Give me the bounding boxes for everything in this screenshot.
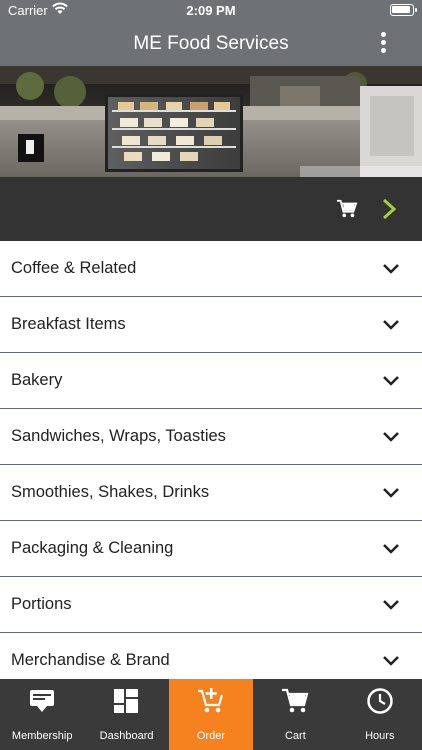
category-item-smoothies[interactable]: Smoothies, Shakes, Drinks — [0, 465, 422, 521]
chevron-down-icon — [383, 264, 399, 274]
tab-label: Dashboard — [99, 730, 154, 742]
membership-icon — [30, 690, 54, 712]
tab-label: Cart — [284, 730, 306, 742]
chevron-down-icon — [383, 600, 399, 610]
clock-icon — [366, 688, 393, 714]
chevron-right-icon[interactable] — [378, 197, 400, 221]
category-item-sandwiches[interactable]: Sandwiches, Wraps, Toasties — [0, 409, 422, 465]
category-label: Coffee & Related — [11, 259, 137, 277]
tab-cart[interactable]: Cart — [253, 679, 337, 750]
add-to-cart-icon — [197, 688, 223, 713]
battery-icon — [390, 4, 417, 16]
tab-membership[interactable]: Membership — [0, 679, 84, 750]
more-options-icon[interactable] — [376, 30, 390, 58]
cart-icon[interactable] — [336, 199, 358, 219]
tab-label: Hours — [365, 730, 395, 742]
nav-bar: ME Food Services — [0, 22, 422, 66]
chevron-down-icon — [383, 656, 399, 666]
category-label: Merchandise & Brand — [11, 651, 170, 669]
category-list: Coffee & Related Breakfast Items Bakery … — [0, 241, 422, 689]
category-label: Breakfast Items — [11, 315, 126, 333]
category-label: Sandwiches, Wraps, Toasties — [11, 427, 226, 445]
chevron-down-icon — [383, 320, 399, 330]
tab-label: Order — [196, 730, 226, 742]
category-item-packaging[interactable]: Packaging & Cleaning — [0, 521, 422, 577]
bottom-tab-bar: Membership Dashboard Order Cart Hours — [0, 679, 422, 750]
category-label: Smoothies, Shakes, Drinks — [11, 483, 210, 501]
tab-order[interactable]: Order — [168, 679, 254, 750]
chevron-down-icon — [383, 544, 399, 554]
status-time: 2:09 PM — [186, 3, 236, 18]
category-label: Portions — [11, 595, 72, 613]
chevron-down-icon — [383, 432, 399, 442]
status-bar: Carrier 2:09 PM — [0, 0, 422, 22]
tab-hours[interactable]: Hours — [338, 679, 422, 750]
category-item-bakery[interactable]: Bakery — [0, 353, 422, 409]
page-title: ME Food Services — [133, 33, 289, 54]
category-item-breakfast[interactable]: Breakfast Items — [0, 297, 422, 353]
cart-action-bar — [0, 177, 422, 241]
cart-icon — [282, 688, 309, 713]
tab-label: Membership — [11, 730, 73, 742]
category-label: Bakery — [11, 371, 63, 389]
dashboard-icon — [114, 689, 139, 713]
store-banner-image — [0, 66, 422, 177]
category-item-portions[interactable]: Portions — [0, 577, 422, 633]
category-label: Packaging & Cleaning — [11, 539, 174, 557]
chevron-down-icon — [383, 488, 399, 498]
tab-dashboard[interactable]: Dashboard — [84, 679, 168, 750]
chevron-down-icon — [383, 376, 399, 386]
category-item-coffee[interactable]: Coffee & Related — [0, 241, 422, 297]
